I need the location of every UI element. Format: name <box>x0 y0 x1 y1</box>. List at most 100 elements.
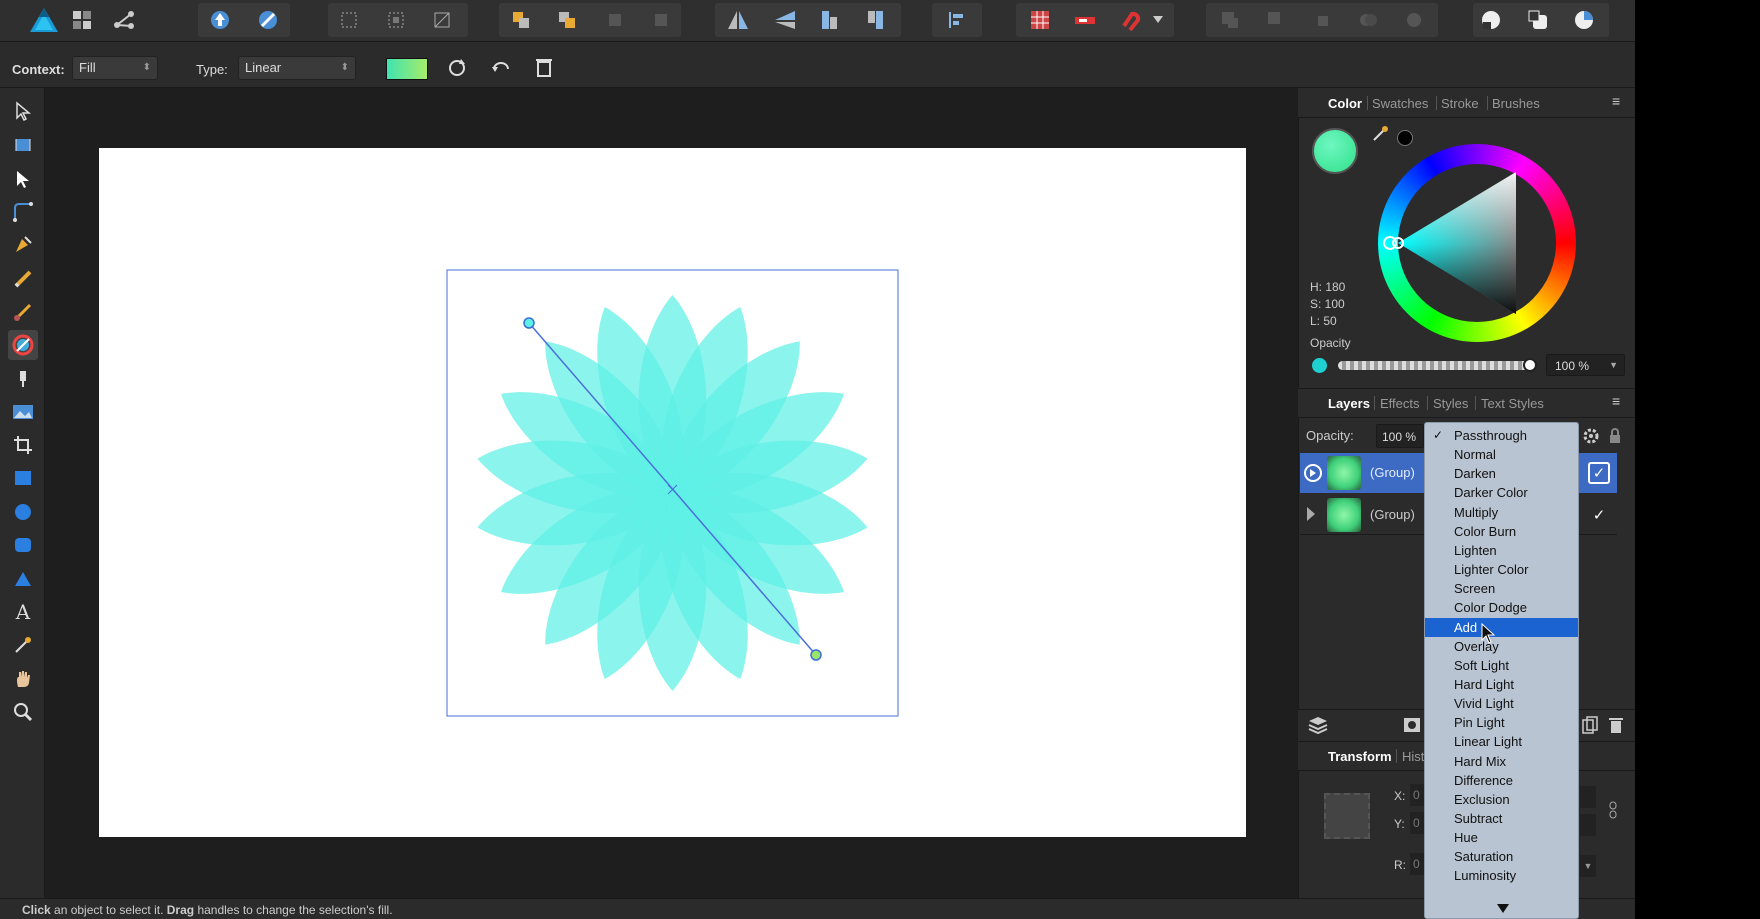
share-icon[interactable] <box>108 4 140 36</box>
tab-effects[interactable]: Effects <box>1380 396 1420 411</box>
snap-icon[interactable] <box>204 4 236 36</box>
chevron-down-icon[interactable]: ▼ <box>1609 360 1618 370</box>
color-picker-tool-icon[interactable] <box>8 630 38 660</box>
triangle-tool-icon[interactable] <box>8 564 38 594</box>
scale-gradient-icon[interactable] <box>528 52 560 84</box>
geometry-intersect-icon[interactable] <box>1306 4 1338 36</box>
trash-icon[interactable] <box>1604 713 1628 737</box>
expand-arrow-icon[interactable] <box>1306 507 1316 524</box>
transparency-tool-icon[interactable] <box>8 364 38 394</box>
tab-swatches[interactable]: Swatches <box>1372 96 1428 111</box>
designer-persona-icon[interactable] <box>66 4 98 36</box>
blend-mode-item-hard-mix[interactable]: Hard Mix <box>1425 752 1578 771</box>
document-page[interactable] <box>99 148 1246 837</box>
flip-vertical-icon[interactable] <box>769 4 801 36</box>
move-to-front-icon[interactable] <box>645 4 677 36</box>
artistic-text-tool-icon[interactable]: A <box>8 597 38 627</box>
grid-icon[interactable] <box>1024 4 1056 36</box>
tab-brushes[interactable]: Brushes <box>1492 96 1540 111</box>
gradient-swatch[interactable] <box>386 58 428 80</box>
tab-transform[interactable]: Transform <box>1328 749 1392 764</box>
expand-arrow-icon[interactable] <box>1304 464 1322 482</box>
link-icon[interactable] <box>1604 800 1622 820</box>
blend-mode-item-hue[interactable]: Hue <box>1425 828 1578 847</box>
pencil-tool-icon[interactable] <box>8 264 38 294</box>
height-field[interactable] <box>1580 814 1596 836</box>
tab-layers[interactable]: Layers <box>1328 396 1370 411</box>
blend-mode-item-subtract[interactable]: Subtract <box>1425 809 1578 828</box>
tab-stroke[interactable]: Stroke <box>1441 96 1479 111</box>
artwork[interactable] <box>99 148 1246 837</box>
rounded-rectangle-tool-icon[interactable] <box>8 530 38 560</box>
anchor-selector[interactable] <box>1324 793 1370 839</box>
blend-mode-item-darken[interactable]: Darken <box>1425 464 1578 483</box>
blend-mode-item-add[interactable]: Add <box>1425 617 1578 637</box>
flip-horizontal-icon[interactable] <box>722 4 754 36</box>
rotate-right-icon[interactable] <box>860 4 892 36</box>
view-tool-hand-icon[interactable] <box>8 664 38 694</box>
tab-styles[interactable]: Styles <box>1433 396 1468 411</box>
panel-menu-icon[interactable]: ≡ <box>1612 393 1620 409</box>
snap-guide-icon[interactable] <box>1069 4 1101 36</box>
corner-tool-icon[interactable] <box>8 197 38 227</box>
panel-menu-icon[interactable]: ≡ <box>1612 93 1620 109</box>
hsl-color-wheel[interactable] <box>1378 144 1576 342</box>
artboard-tool-icon[interactable] <box>8 130 38 160</box>
snapping-magnet-icon[interactable] <box>1114 4 1146 36</box>
layers-stack-icon[interactable] <box>1306 713 1330 737</box>
visibility-checkbox[interactable]: ✓ <box>1588 462 1610 484</box>
eyedropper-icon[interactable] <box>1370 122 1392 144</box>
brush-tool-icon[interactable] <box>8 297 38 327</box>
context-select[interactable]: Fill ⬍ <box>72 56 158 80</box>
geometry-divide-icon[interactable] <box>1398 4 1430 36</box>
invert-selection-icon[interactable] <box>426 4 458 36</box>
geometry-subtract-icon[interactable] <box>1260 4 1292 36</box>
blend-mode-item-overlay[interactable]: Overlay <box>1425 637 1578 656</box>
blend-mode-item-lighter-color[interactable]: Lighter Color <box>1425 560 1578 579</box>
move-back-one-icon[interactable] <box>551 4 583 36</box>
zoom-tool-icon[interactable] <box>8 697 38 727</box>
blend-mode-item-color-dodge[interactable]: Color Dodge <box>1425 598 1578 617</box>
blend-mode-item-pin-light[interactable]: Pin Light <box>1425 713 1578 732</box>
crop-tool-icon[interactable] <box>8 430 38 460</box>
layer-opacity-field[interactable]: 100 % <box>1376 424 1424 448</box>
tab-text-styles[interactable]: Text Styles <box>1481 396 1544 411</box>
blend-mode-item-difference[interactable]: Difference <box>1425 771 1578 790</box>
blend-mode-item-darker-color[interactable]: Darker Color <box>1425 483 1578 502</box>
blend-mode-item-vivid-light[interactable]: Vivid Light <box>1425 694 1578 713</box>
rotate-left-icon[interactable] <box>813 4 845 36</box>
visibility-checkbox[interactable]: ✓ <box>1588 504 1610 526</box>
snapping-dropdown-icon[interactable] <box>1150 4 1166 36</box>
blend-mode-item-passthrough[interactable]: ✓ Passthrough <box>1425 426 1578 445</box>
fill-color-swatch[interactable] <box>1312 128 1358 174</box>
tab-history[interactable]: Hist <box>1402 749 1424 764</box>
reverse-gradient-icon[interactable] <box>441 52 473 84</box>
blend-mode-item-screen[interactable]: Screen <box>1425 579 1578 598</box>
chevron-down-icon[interactable]: ▼ <box>1580 855 1596 877</box>
boolean-icon[interactable] <box>252 4 284 36</box>
lock-icon[interactable] <box>1604 425 1626 447</box>
opacity-slider[interactable] <box>1338 361 1532 370</box>
width-field[interactable] <box>1580 786 1596 808</box>
blend-mode-item-saturation[interactable]: Saturation <box>1425 847 1578 866</box>
fill-tool-icon[interactable] <box>8 330 38 360</box>
opacity-slider-handle[interactable] <box>1523 358 1537 372</box>
geometry-add-icon[interactable] <box>1214 4 1246 36</box>
geometry-xor-icon[interactable] <box>1352 4 1384 36</box>
scroll-down-icon[interactable] <box>1425 898 1578 918</box>
select-none-icon[interactable] <box>380 4 412 36</box>
color-picker-toggle-icon[interactable] <box>1568 4 1600 36</box>
mask-icon[interactable] <box>1400 713 1424 737</box>
rectangle-tool-icon[interactable] <box>8 463 38 493</box>
blend-mode-item-hard-light[interactable]: Hard Light <box>1425 675 1578 694</box>
copy-style-icon[interactable] <box>1522 4 1554 36</box>
select-all-icon[interactable] <box>333 4 365 36</box>
app-logo-icon[interactable] <box>28 4 60 36</box>
node-tool-icon[interactable] <box>8 164 38 194</box>
type-select[interactable]: Linear ⬍ <box>238 56 356 80</box>
assistant-icon[interactable] <box>1475 4 1507 36</box>
blend-mode-item-color-burn[interactable]: Color Burn <box>1425 522 1578 541</box>
blend-mode-item-exclusion[interactable]: Exclusion <box>1425 790 1578 809</box>
blend-mode-item-normal[interactable]: Normal <box>1425 445 1578 464</box>
place-image-tool-icon[interactable] <box>8 397 38 427</box>
